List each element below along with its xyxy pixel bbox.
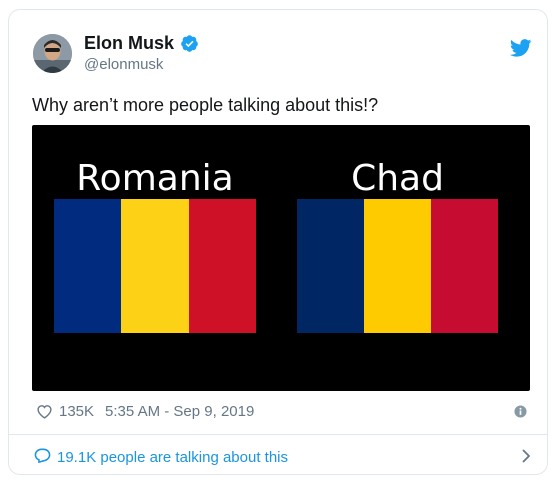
author-name-text[interactable]: Elon Musk (84, 32, 174, 54)
flag-label-chad: Chad (351, 158, 444, 199)
flag-stripe (54, 199, 122, 333)
tweet-meta: 135K 5:35 AM - Sep 9, 2019 (36, 403, 254, 420)
flag-label-romania: Romania (76, 158, 234, 199)
conversation-text[interactable]: 19.1K people are talking about this (57, 449, 288, 466)
author-handle[interactable]: @elonmusk (84, 56, 163, 74)
tweet-card: Elon Musk @elonmusk Why aren’t more peop… (8, 9, 548, 475)
chevron-right-icon[interactable] (522, 449, 531, 463)
flag-romania (54, 199, 256, 333)
tweet-timestamp[interactable]: 5:35 AM - Sep 9, 2019 (105, 403, 254, 420)
flag-stripe (364, 199, 431, 333)
like-count[interactable]: 135K (59, 403, 94, 420)
author-name[interactable]: Elon Musk (84, 32, 199, 54)
heart-icon[interactable] (36, 404, 53, 419)
speech-bubble-icon (34, 447, 51, 467)
verified-badge-icon (180, 34, 199, 53)
flag-stripe (431, 199, 498, 333)
info-icon[interactable] (514, 405, 527, 418)
flag-chad (297, 199, 498, 333)
conversation-row[interactable]: 19.1K people are talking about this (9, 435, 547, 475)
tweet-text: Why aren’t more people talking about thi… (32, 95, 379, 115)
conversation-link[interactable]: 19.1K people are talking about this (34, 447, 288, 467)
tweet-image[interactable]: Romania Chad (32, 125, 530, 391)
flag-stripe (297, 199, 364, 333)
twitter-bird-icon[interactable] (509, 39, 532, 57)
avatar[interactable] (33, 34, 72, 73)
flag-stripe (121, 199, 189, 333)
flag-stripe (188, 199, 256, 333)
